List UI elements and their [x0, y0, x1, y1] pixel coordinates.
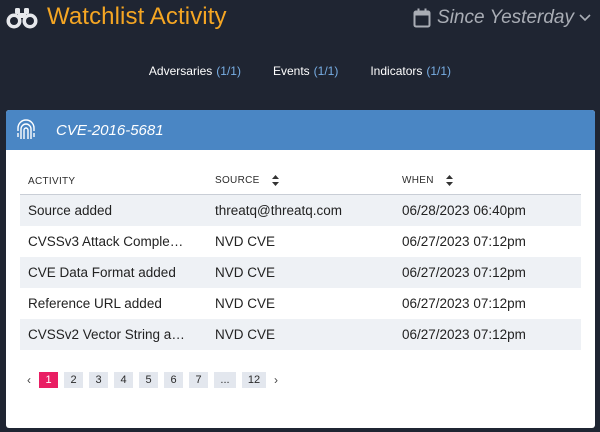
tab-indicators[interactable]: Indicators (1/1): [370, 64, 451, 78]
page-title: Watchlist Activity: [47, 3, 227, 30]
watchlist-card: CVE-2016-5681 ACTIVITY SOURCE WHEN Sourc…: [6, 110, 595, 428]
tab-count: (1/1): [216, 64, 241, 78]
page-button-5[interactable]: 5: [139, 372, 158, 388]
column-label: SOURCE: [215, 175, 260, 187]
source-cell: NVD CVE: [215, 296, 276, 311]
column-header-activity: ACTIVITY: [20, 168, 207, 195]
sort-icon[interactable]: [271, 175, 279, 187]
when-cell: 06/27/2023 07:12pm: [402, 296, 526, 311]
page-button-7[interactable]: 7: [189, 372, 208, 388]
activity-cell: CVE Data Format added: [20, 257, 207, 288]
timeframe-dropdown[interactable]: Since Yesterday: [413, 6, 591, 30]
table-row[interactable]: CVSSv2 Vector String a… NVD CVE 06/27/20…: [20, 319, 581, 350]
tab-count: (1/1): [426, 64, 452, 78]
binoculars-icon: [6, 8, 38, 29]
activity-table: ACTIVITY SOURCE WHEN Source added threat…: [20, 168, 581, 350]
source-cell: threatq@threatq.com: [207, 194, 394, 226]
page-button-3[interactable]: 3: [89, 372, 108, 388]
card-title[interactable]: CVE-2016-5681: [56, 122, 164, 139]
table-row[interactable]: Source added threatq@threatq.com 06/28/2…: [20, 194, 581, 226]
page-button-4[interactable]: 4: [114, 372, 133, 388]
page-button-1[interactable]: 1: [39, 372, 58, 388]
card-header: CVE-2016-5681: [6, 110, 595, 150]
watchlist-tabs: Adversaries (1/1) Events (1/1) Indicators(…: [0, 64, 600, 78]
when-cell: 06/28/2023 06:40pm: [394, 194, 581, 226]
column-header-when[interactable]: WHEN: [394, 168, 581, 195]
pagination: ‹ 1 2 3 4 5 6 7 ... 12 ›: [25, 372, 280, 388]
tab-label: Adversaries: [148, 64, 213, 78]
page-button-2[interactable]: 2: [64, 372, 83, 388]
fingerprint-icon: [17, 119, 35, 139]
column-header-source[interactable]: SOURCE: [207, 168, 394, 195]
prev-page-button[interactable]: ‹: [25, 373, 33, 387]
when-cell: 06/27/2023 07:12pm: [402, 234, 526, 249]
tab-label: Indicators: [370, 64, 423, 78]
table-row[interactable]: CVE Data Format added NVD CVE 06/27/2023…: [20, 257, 581, 288]
tab-adversaries[interactable]: Adversaries (1/1): [149, 64, 241, 78]
table-row[interactable]: Reference URL added NVD CVE 06/27/2023 0…: [20, 288, 581, 319]
source-cell: NVD CVE: [207, 257, 394, 288]
column-label: WHEN: [402, 175, 434, 187]
chevron-down-icon: [579, 14, 591, 22]
header: Watchlist Activity Since Yesterday: [0, 0, 600, 40]
when-cell: 06/27/2023 07:12pm: [394, 319, 581, 350]
when-cell: 06/27/2023 07:12pm: [394, 257, 581, 288]
page-button-6[interactable]: 6: [164, 372, 183, 388]
calendar-icon: [413, 8, 431, 28]
timeframe-label: Since Yesterday: [437, 7, 574, 28]
tab-count: (1/1): [313, 64, 339, 78]
source-cell: NVD CVE: [215, 234, 276, 249]
column-label: ACTIVITY: [28, 175, 76, 187]
page-button-12[interactable]: 12: [242, 372, 266, 388]
next-page-button[interactable]: ›: [272, 373, 280, 387]
tab-label: Events: [272, 64, 310, 78]
table-row[interactable]: CVSSv3 Attack Comple… NVD CVE 06/27/2023…: [20, 226, 581, 257]
activity-cell: CVSSv2 Vector String a…: [20, 319, 207, 350]
source-cell: NVD CVE: [207, 319, 394, 350]
activity-cell: Source added: [20, 194, 207, 226]
page-ellipsis: ...: [214, 372, 236, 388]
activity-cell: Reference URL added: [28, 296, 162, 311]
activity-cell: CVSSv3 Attack Comple…: [28, 234, 184, 249]
sort-icon[interactable]: [445, 175, 453, 187]
table-header-row: ACTIVITY SOURCE WHEN: [20, 168, 581, 195]
tab-events[interactable]: Events (1/1): [273, 64, 338, 78]
